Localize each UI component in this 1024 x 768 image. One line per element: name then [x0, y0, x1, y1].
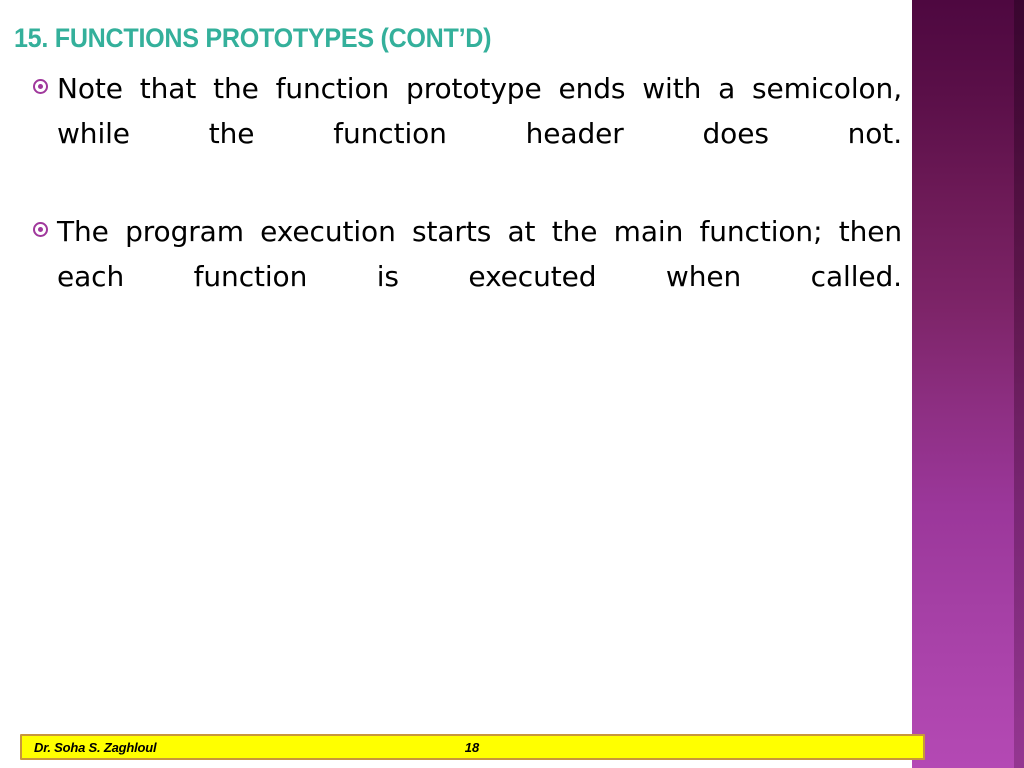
- bullet-item-text: The program execution starts at the main…: [57, 215, 902, 293]
- side-decoration-band-edge: [1014, 0, 1024, 768]
- bullet-item-text: Note that the function prototype ends wi…: [57, 72, 902, 150]
- side-decoration-band: [912, 0, 1024, 768]
- slide-body: Note that the function prototype ends wi…: [0, 66, 912, 352]
- slide-canvas: 15. FUNCTIONS PROTOTYPES (CONT’D) Note t…: [0, 0, 1024, 768]
- bullet-item: Note that the function prototype ends wi…: [0, 66, 912, 201]
- slide-title: 15. FUNCTIONS PROTOTYPES (CONT’D): [14, 23, 492, 53]
- footer-page-number: 18: [464, 740, 480, 755]
- footer-bar: Dr. Soha S. Zaghloul 18: [20, 734, 925, 760]
- target-bullet-icon: [33, 222, 48, 237]
- bullet-item: The program execution starts at the main…: [0, 209, 912, 344]
- footer-author-label: Dr. Soha S. Zaghloul: [34, 740, 157, 755]
- target-bullet-icon: [33, 79, 48, 94]
